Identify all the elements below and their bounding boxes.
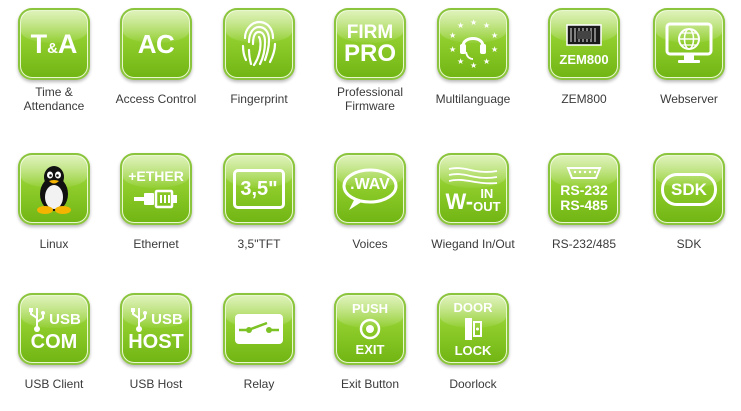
svg-text:★: ★ <box>470 18 477 27</box>
feature-exit-button: PUSH EXIT Exit Button <box>318 293 422 399</box>
feature-label: Voices <box>352 237 388 251</box>
serial-port-icon: RS-232 RS-485 <box>548 153 620 225</box>
tft-screen-icon: 3,5" <box>223 153 295 225</box>
svg-text:★: ★ <box>449 31 456 40</box>
feature-label: Time & Attendance <box>23 85 85 113</box>
feature-label: SDK <box>676 237 702 251</box>
feature-wiegand: W- IN OUT Wiegand In/Out <box>421 153 525 259</box>
feature-label: ZEM800 <box>561 92 607 106</box>
feature-usb-client: USB COM USB Client <box>2 293 106 399</box>
wiegand-icon: W- IN OUT <box>437 153 509 225</box>
svg-text:★: ★ <box>483 21 490 30</box>
feature-rs232-485: RS-232 RS-485 RS-232/485 <box>532 153 636 259</box>
feature-linux: Linux <box>2 153 106 259</box>
feature-label: USB Client <box>24 377 84 391</box>
door-lock-icon: DOOR LOCK <box>437 293 509 365</box>
feature-doorlock: DOOR LOCK Doorlock <box>421 293 525 399</box>
feature-sdk: SDK SDK <box>637 153 741 259</box>
feature-label: Webserver <box>660 92 718 106</box>
time-attendance-icon: T&A <box>18 8 90 80</box>
svg-text:★: ★ <box>470 61 477 70</box>
firmware-pro-icon: FIRM PRO <box>334 8 406 80</box>
fingerprint-icon <box>223 8 295 80</box>
feature-label: Ethernet <box>133 237 179 251</box>
feature-label: Professional Firmware <box>336 85 404 113</box>
svg-text:★: ★ <box>449 45 456 54</box>
push-exit-icon: PUSH EXIT <box>334 293 406 365</box>
feature-label: Wiegand In/Out <box>431 237 515 251</box>
feature-fingerprint: Fingerprint <box>207 8 311 114</box>
svg-text:★: ★ <box>457 21 464 30</box>
feature-relay: Relay <box>207 293 311 399</box>
access-control-icon: AC <box>120 8 192 80</box>
svg-text:★: ★ <box>491 31 498 40</box>
feature-multilanguage: ★ ★ ★ ★ ★ ★ ★ ★ ★ ★ Multilanguage <box>421 8 525 114</box>
feature-label: RS-232/485 <box>551 237 617 251</box>
feature-label: Multilanguage <box>435 92 511 106</box>
feature-usb-host: USB HOST USB Host <box>104 293 208 399</box>
feature-ethernet: +ETHER Ethernet <box>104 153 208 259</box>
feature-zem800: ZEM800 ZEM800 <box>532 8 636 114</box>
headset-stars-icon: ★ ★ ★ ★ ★ ★ ★ ★ ★ ★ <box>437 8 509 80</box>
monitor-globe-icon <box>653 8 725 80</box>
feature-tft: 3,5" 3,5"TFT <box>207 153 311 259</box>
feature-professional-firmware: FIRM PRO Professional Firmware <box>318 8 422 114</box>
feature-label: Relay <box>243 377 275 391</box>
feature-access-control: AC Access Control <box>104 8 208 114</box>
feature-time-attendance: T&A Time & Attendance <box>2 8 106 114</box>
feature-label: Linux <box>39 237 69 251</box>
usb-com-icon: USB COM <box>18 293 90 365</box>
svg-text:★: ★ <box>491 45 498 54</box>
sdk-badge-icon: SDK <box>653 153 725 225</box>
usb-host-icon: USB HOST <box>120 293 192 365</box>
chip-icon: ZEM800 <box>548 8 620 80</box>
relay-switch-icon <box>223 293 295 365</box>
feature-label: Fingerprint <box>230 92 288 106</box>
feature-label: USB Host <box>129 377 183 391</box>
feature-label: Doorlock <box>449 377 497 391</box>
feature-label: 3,5"TFT <box>237 237 281 251</box>
ethernet-plug-icon: +ETHER <box>120 153 192 225</box>
feature-webserver: Webserver <box>637 8 741 114</box>
feature-label: Access Control <box>115 92 197 106</box>
svg-text:★: ★ <box>457 57 464 66</box>
speech-bubble-icon: .WAV <box>334 153 406 225</box>
tux-penguin-icon <box>18 153 90 225</box>
feature-voices: .WAV Voices <box>318 153 422 259</box>
svg-text:★: ★ <box>483 57 490 66</box>
feature-label: Exit Button <box>340 377 400 391</box>
